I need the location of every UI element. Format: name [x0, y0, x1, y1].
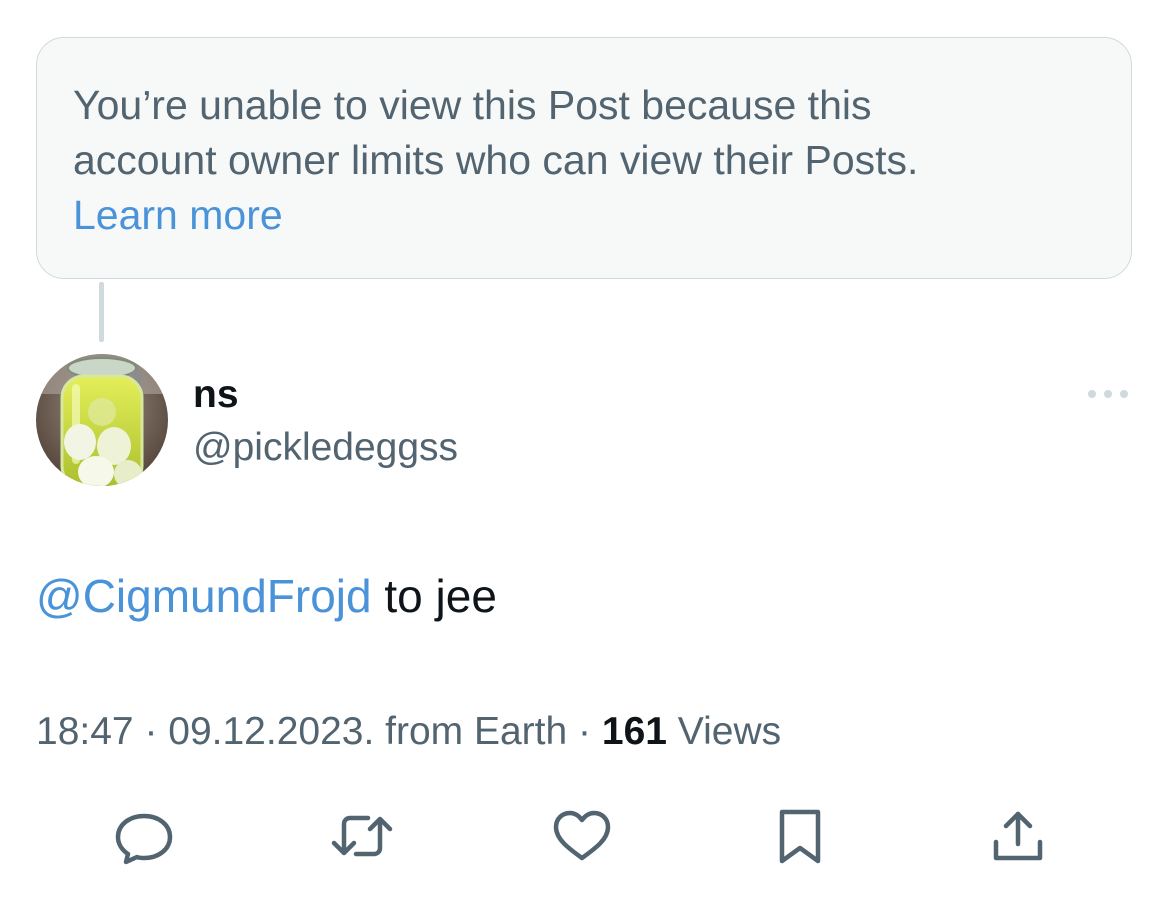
notice-text-line1: You’re unable to view this Post because … [73, 82, 872, 128]
restricted-post-notice: You’re unable to view this Post because … [36, 37, 1132, 279]
mention-link[interactable]: @CigmundFrojd [36, 570, 372, 622]
post-body-text: to jee [371, 570, 497, 622]
more-options-icon[interactable] [1082, 380, 1134, 408]
author-handle[interactable]: @pickledeggss [193, 425, 458, 471]
meta-separator: · [133, 710, 169, 753]
like-button[interactable] [550, 806, 614, 866]
avatar[interactable] [36, 354, 168, 486]
bookmark-icon [779, 809, 821, 864]
share-icon [993, 811, 1043, 861]
like-icon [553, 810, 611, 861]
views-count[interactable]: 161 [602, 710, 667, 753]
reply-button[interactable] [112, 806, 176, 866]
post-meta: 18:47 · 09.12.2023. from Earth · 161 Vie… [36, 708, 781, 756]
repost-button[interactable] [330, 806, 394, 866]
learn-more-link[interactable]: Learn more [73, 188, 1095, 243]
thread-connector-line [99, 282, 104, 342]
views-label[interactable]: Views [667, 710, 781, 753]
reply-icon [115, 813, 173, 865]
repost-icon [331, 815, 393, 857]
notice-text-line2: account owner limits who can view their … [73, 137, 919, 183]
pickled-eggs-jar-avatar-icon [36, 354, 168, 486]
author-display-name[interactable]: ns [193, 372, 239, 418]
post-time[interactable]: 18:47 [36, 710, 134, 753]
share-button[interactable] [986, 806, 1050, 866]
post-source: from Earth [374, 710, 568, 753]
meta-separator: · [567, 710, 602, 753]
post-text: @CigmundFrojd to jee [36, 568, 497, 624]
bookmark-button[interactable] [768, 806, 832, 866]
post-date[interactable]: 09.12.2023. [168, 710, 374, 753]
